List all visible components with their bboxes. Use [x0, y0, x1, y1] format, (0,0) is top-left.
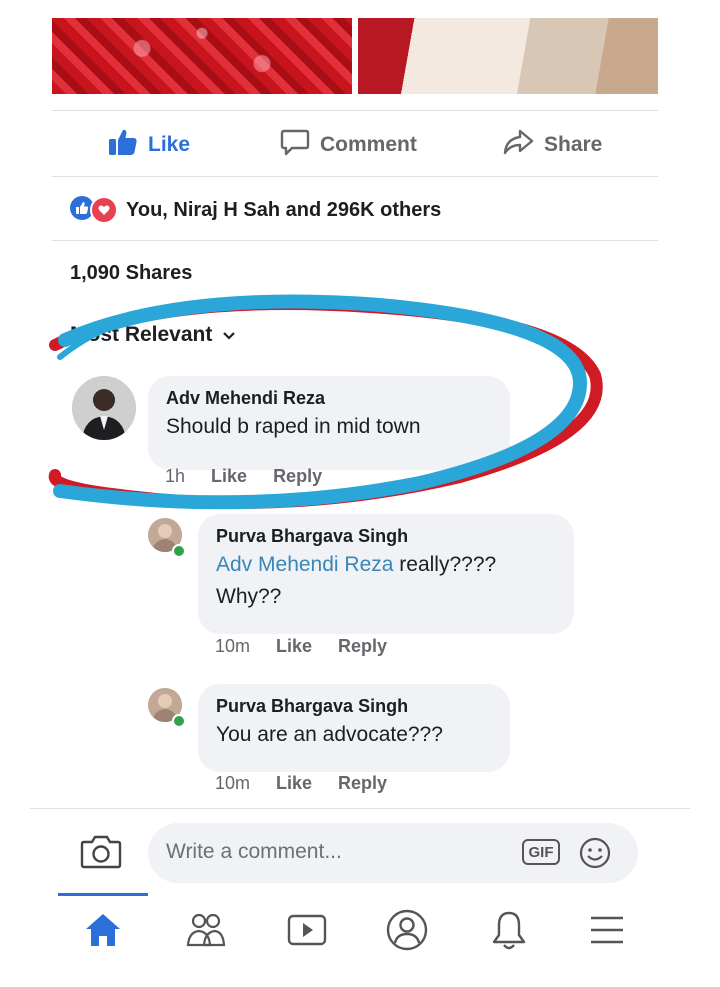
comment-button[interactable]: Comment	[280, 128, 417, 162]
like-button[interactable]: Like	[108, 128, 190, 162]
profile-icon[interactable]	[382, 905, 432, 955]
watch-icon[interactable]	[282, 905, 332, 955]
reactions-summary[interactable]: You, Niraj H Sah and 296K others	[70, 196, 441, 224]
smiley-icon[interactable]	[578, 836, 612, 875]
home-icon[interactable]	[78, 905, 128, 955]
post-photo-left[interactable]	[52, 18, 352, 94]
like-label: Like	[148, 133, 191, 156]
bell-icon[interactable]	[484, 905, 534, 955]
active-tab-indicator	[58, 893, 148, 896]
reply-like-link[interactable]: Like	[276, 636, 312, 657]
share-button[interactable]: Share	[502, 128, 602, 162]
speech-bubble-icon	[280, 128, 310, 162]
reply-like-link[interactable]: Like	[276, 773, 312, 794]
reply-reply-link[interactable]: Reply	[338, 636, 387, 657]
divider	[52, 176, 658, 177]
divider	[52, 240, 658, 241]
mention-link[interactable]: Adv Mehendi Reza	[216, 553, 393, 576]
reply-text: Adv Mehendi Reza really????	[216, 549, 556, 581]
reply-author[interactable]: Purva Bhargava Singh	[216, 696, 492, 717]
divider	[52, 110, 658, 111]
highlight-circle	[48, 294, 603, 510]
reply-text: You are an advocate???	[216, 723, 443, 746]
comment-input-placeholder: Write a comment...	[166, 840, 342, 863]
camera-icon[interactable]	[80, 833, 122, 874]
online-status-dot	[172, 714, 186, 728]
reply-time[interactable]: 10m	[215, 636, 250, 657]
thumbs-up-icon	[108, 128, 138, 162]
reply-author[interactable]: Purva Bhargava Singh	[216, 526, 556, 547]
reply-bubble: Purva Bhargava Singh Adv Mehendi Reza re…	[198, 514, 574, 634]
share-label: Share	[544, 133, 603, 156]
divider	[30, 808, 690, 809]
comment-input[interactable]: Write a comment... GIF	[148, 823, 638, 883]
gif-button[interactable]: GIF	[522, 839, 560, 865]
share-arrow-icon	[502, 128, 534, 162]
shares-count[interactable]: 1,090 Shares	[70, 262, 192, 285]
reply-bubble: Purva Bhargava Singh You are an advocate…	[198, 684, 510, 772]
menu-icon[interactable]	[582, 905, 632, 955]
reply-meta: 10m Like Reply	[215, 773, 387, 794]
reply-text-line2: Why??	[216, 585, 282, 608]
love-reaction-icon	[90, 196, 118, 224]
reply-reply-link[interactable]: Reply	[338, 773, 387, 794]
reply-meta: 10m Like Reply	[215, 636, 387, 657]
post-photos[interactable]	[52, 18, 658, 94]
reply-time[interactable]: 10m	[215, 773, 250, 794]
reactions-text: You, Niraj H Sah and 296K others	[126, 198, 442, 221]
online-status-dot	[172, 544, 186, 558]
post-photo-right[interactable]	[358, 18, 658, 94]
friends-icon[interactable]	[180, 905, 230, 955]
comment-label: Comment	[320, 133, 417, 156]
reply-text-rest: really????	[393, 553, 497, 576]
